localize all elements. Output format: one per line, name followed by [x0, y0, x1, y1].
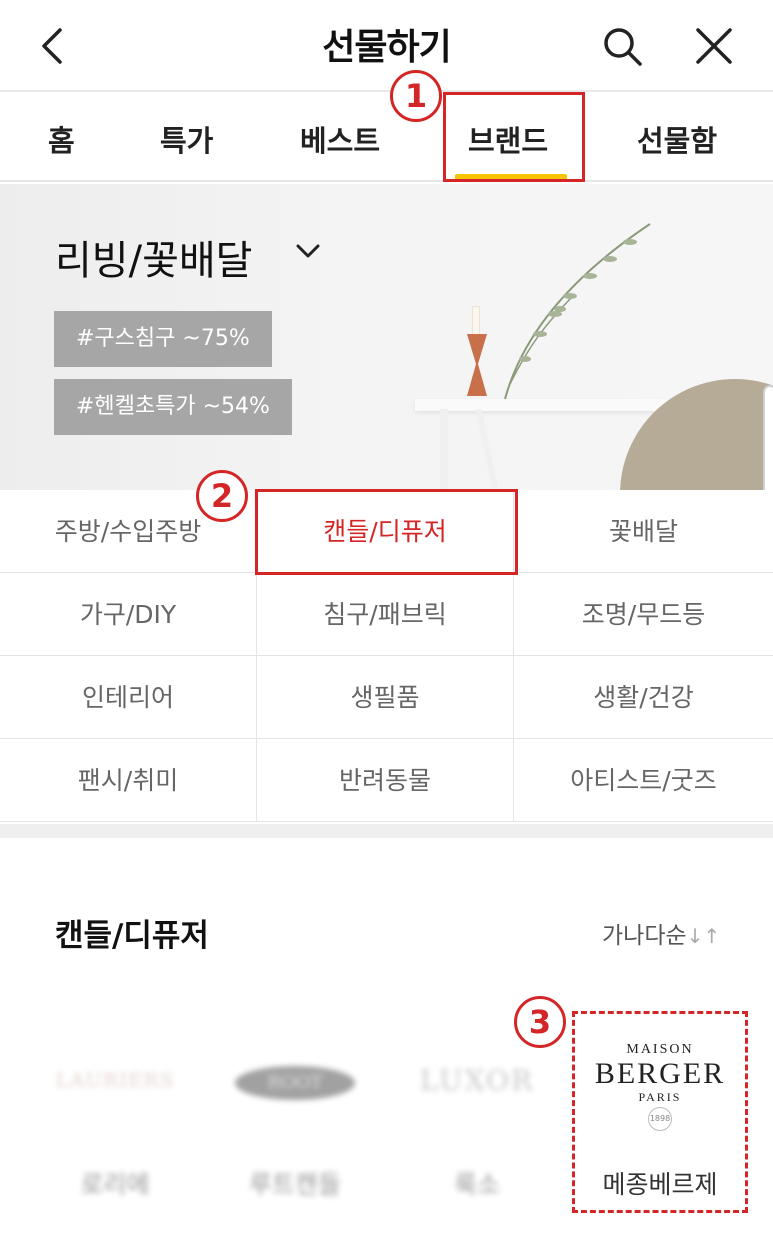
- category-item[interactable]: 인테리어: [0, 656, 257, 739]
- hashtag-chip[interactable]: #구스침구 ~75%: [54, 311, 272, 367]
- tab-deals[interactable]: 특가: [160, 118, 213, 160]
- brand-logo: ROOT: [210, 1050, 380, 1120]
- banner-desk-leg: [440, 409, 448, 490]
- brand-name: 로리에: [80, 1170, 150, 1199]
- banner-plant: [504, 223, 651, 400]
- tab-best[interactable]: 베스트: [300, 118, 380, 160]
- category-banner: 리빙/꽃배달 #구스침구 ~75% #헨켈초특가 ~54%: [0, 184, 773, 490]
- category-item[interactable]: 생활/건강: [514, 656, 773, 739]
- brand-logo-text: ROOT: [235, 1066, 355, 1100]
- close-icon[interactable]: [690, 22, 738, 70]
- annotation-box-category: [255, 489, 518, 575]
- banner-candle-holder: [467, 334, 487, 396]
- category-item[interactable]: 생필품: [257, 656, 514, 739]
- sort-button[interactable]: 가나다순↓↑: [602, 916, 720, 950]
- tab-giftbox[interactable]: 선물함: [637, 118, 717, 160]
- annotation-number-2: 2: [196, 470, 248, 522]
- brand-logo-text: LUXOR: [419, 1064, 535, 1097]
- brand-name: 룩소: [453, 1170, 500, 1199]
- annotation-box-brand-tab: [443, 92, 585, 182]
- brand-item[interactable]: LAURIERS 로리에: [30, 1020, 200, 1210]
- category-item[interactable]: 꽃배달: [514, 490, 773, 573]
- annotation-number-1: 1: [390, 70, 442, 122]
- section-divider: [0, 824, 773, 838]
- search-icon[interactable]: [598, 22, 646, 70]
- sort-icon: ↓↑: [686, 924, 721, 948]
- category-item[interactable]: 아티스트/굿즈: [514, 739, 773, 822]
- category-item[interactable]: 침구/패브릭: [257, 573, 514, 656]
- hashtag-chip[interactable]: #헨켈초특가 ~54%: [54, 379, 292, 435]
- top-bar: 선물하기: [0, 0, 773, 92]
- sort-label: 가나다순: [602, 923, 687, 949]
- annotation-number-3: 3: [514, 996, 566, 1048]
- annotation-box-brand: [572, 1011, 748, 1213]
- brand-item[interactable]: LUXOR 룩소: [392, 1020, 562, 1210]
- brand-name: 루트캔들: [248, 1170, 341, 1199]
- banner-candle: [472, 306, 480, 336]
- brand-logo-text: LAURIERS: [55, 1068, 175, 1092]
- brand-item[interactable]: ROOT 루트캔들: [210, 1020, 380, 1210]
- chevron-down-icon[interactable]: [293, 236, 323, 266]
- category-item[interactable]: 팬시/취미: [0, 739, 257, 822]
- main-tabs: 홈 특가 베스트 브랜드 선물함: [0, 92, 773, 182]
- brand-logo: LAURIERS: [30, 1050, 200, 1120]
- page-title: 선물하기: [322, 27, 451, 68]
- section-title: 캔들/디퓨저: [55, 918, 209, 954]
- tab-home[interactable]: 홈: [48, 118, 75, 160]
- banner-desk-leg: [475, 409, 501, 490]
- category-item[interactable]: 반려동물: [257, 739, 514, 822]
- brand-logo: LUXOR: [392, 1050, 562, 1120]
- category-item[interactable]: 조명/무드등: [514, 573, 773, 656]
- category-item[interactable]: 가구/DIY: [0, 573, 257, 656]
- banner-category-title[interactable]: 리빙/꽃배달: [55, 228, 252, 286]
